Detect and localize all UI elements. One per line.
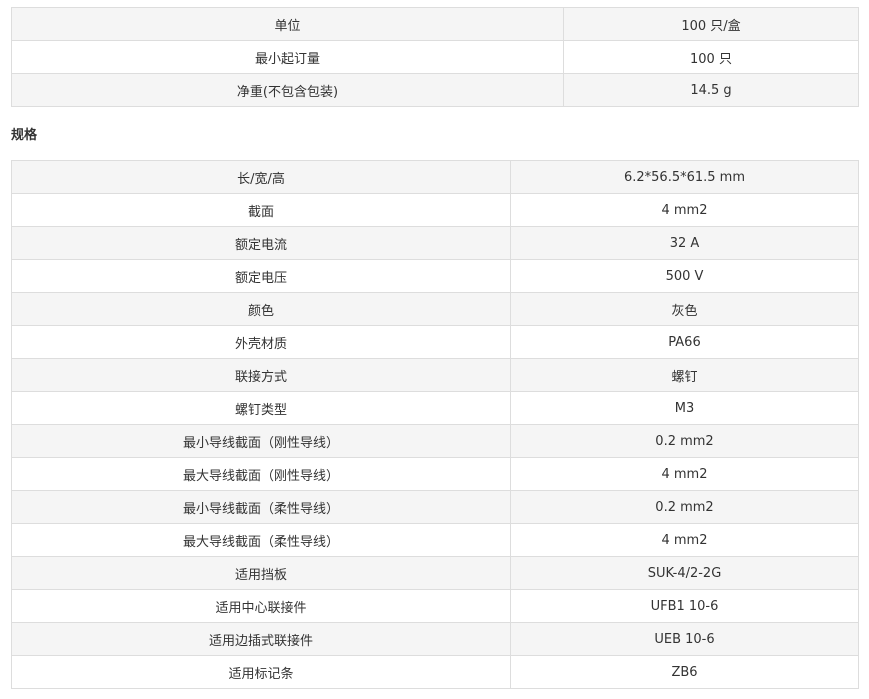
row-label: 额定电压 (11, 259, 511, 293)
table-row: 长/宽/高 6.2*56.5*61.5 mm (11, 160, 859, 194)
row-value: 32 A (510, 226, 859, 260)
table-row: 单位 100 只/盒 (11, 7, 859, 41)
table-row: 额定电压 500 V (11, 259, 859, 293)
table-row: 外壳材质 PA66 (11, 325, 859, 359)
row-label: 最大导线截面（柔性导线） (11, 523, 511, 557)
row-label: 净重(不包含包装) (11, 73, 564, 107)
table-row: 适用标记条 ZB6 (11, 655, 859, 689)
row-label: 最小起订量 (11, 40, 564, 74)
row-value: 0.2 mm2 (510, 424, 859, 458)
row-value: 4 mm2 (510, 457, 859, 491)
row-value: 4 mm2 (510, 193, 859, 227)
row-value: 灰色 (510, 292, 859, 326)
row-label: 单位 (11, 7, 564, 41)
table-row: 最大导线截面（柔性导线） 4 mm2 (11, 523, 859, 557)
row-value: 100 只 (563, 40, 859, 74)
table-row: 适用挡板 SUK-4/2-2G (11, 556, 859, 590)
row-value: 螺钉 (510, 358, 859, 392)
row-label: 螺钉类型 (11, 391, 511, 425)
table-row: 颜色 灰色 (11, 292, 859, 326)
row-label: 适用标记条 (11, 655, 511, 689)
row-label: 适用挡板 (11, 556, 511, 590)
row-value: UEB 10-6 (510, 622, 859, 656)
table-row: 净重(不包含包装) 14.5 g (11, 73, 859, 107)
row-label: 联接方式 (11, 358, 511, 392)
row-label: 适用中心联接件 (11, 589, 511, 623)
row-value: 4 mm2 (510, 523, 859, 557)
row-value: 0.2 mm2 (510, 490, 859, 524)
row-value: SUK-4/2-2G (510, 556, 859, 590)
table-row: 联接方式 螺钉 (11, 358, 859, 392)
basic-info-table: 单位 100 只/盒 最小起订量 100 只 净重(不包含包装) 14.5 g (11, 7, 859, 107)
table-row: 最大导线截面（刚性导线） 4 mm2 (11, 457, 859, 491)
specs-heading: 规格 (11, 128, 38, 143)
table-row: 最小起订量 100 只 (11, 40, 859, 74)
row-label: 最小导线截面（柔性导线） (11, 490, 511, 524)
row-value: 100 只/盒 (563, 7, 859, 41)
row-label: 适用边插式联接件 (11, 622, 511, 656)
table-row: 最小导线截面（刚性导线） 0.2 mm2 (11, 424, 859, 458)
row-value: M3 (510, 391, 859, 425)
row-label: 颜色 (11, 292, 511, 326)
specs-table: 长/宽/高 6.2*56.5*61.5 mm 截面 4 mm2 额定电流 32 … (11, 160, 859, 689)
row-label: 最大导线截面（刚性导线） (11, 457, 511, 491)
table-row: 螺钉类型 M3 (11, 391, 859, 425)
row-value: UFB1 10-6 (510, 589, 859, 623)
row-label: 长/宽/高 (11, 160, 511, 194)
table-row: 最小导线截面（柔性导线） 0.2 mm2 (11, 490, 859, 524)
row-value: 500 V (510, 259, 859, 293)
row-value: PA66 (510, 325, 859, 359)
row-label: 最小导线截面（刚性导线） (11, 424, 511, 458)
table-row: 适用中心联接件 UFB1 10-6 (11, 589, 859, 623)
row-value: 14.5 g (563, 73, 859, 107)
row-label: 额定电流 (11, 226, 511, 260)
row-label: 截面 (11, 193, 511, 227)
table-row: 额定电流 32 A (11, 226, 859, 260)
table-row: 截面 4 mm2 (11, 193, 859, 227)
row-label: 外壳材质 (11, 325, 511, 359)
table-row: 适用边插式联接件 UEB 10-6 (11, 622, 859, 656)
row-value: 6.2*56.5*61.5 mm (510, 160, 859, 194)
row-value: ZB6 (510, 655, 859, 689)
